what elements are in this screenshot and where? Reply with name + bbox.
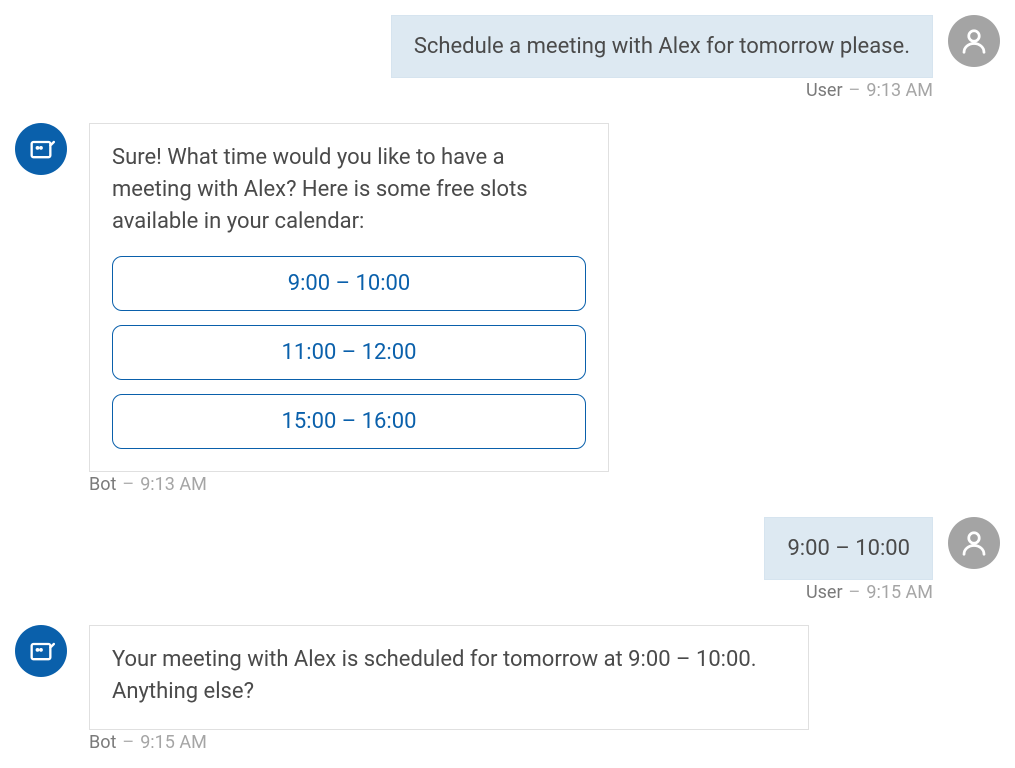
bot-message-row: Your meeting with Alex is scheduled for … — [15, 625, 1000, 731]
time-slot-option-3[interactable]: 15:00 – 16:00 — [112, 394, 586, 449]
meta-separator: – — [849, 582, 861, 603]
bot-message-meta: Bot – 9:15 AM — [15, 732, 1000, 753]
user-message-meta: User – 9:15 AM — [15, 582, 1000, 603]
meta-separator: – — [849, 80, 861, 101]
bot-message-row: Sure! What time would you like to have a… — [15, 123, 1000, 472]
bot-message-bubble: Sure! What time would you like to have a… — [89, 123, 609, 472]
bot-avatar — [15, 123, 67, 175]
user-message-bubble: 9:00 – 10:00 — [764, 517, 933, 580]
bot-message-meta: Bot – 9:13 AM — [15, 474, 1000, 495]
message-time: 9:15 AM — [866, 582, 933, 603]
sender-name: User — [806, 80, 843, 101]
user-message-text: 9:00 – 10:00 — [787, 536, 910, 561]
sender-name: User — [806, 582, 843, 603]
bot-avatar — [15, 625, 67, 677]
meta-separator: – — [122, 732, 134, 753]
user-message-text: Schedule a meeting with Alex for tomorro… — [414, 34, 910, 59]
user-avatar — [948, 15, 1000, 67]
sender-name: Bot — [89, 732, 116, 753]
message-time: 9:15 AM — [140, 732, 207, 753]
sender-name: Bot — [89, 474, 116, 495]
user-message-row: 9:00 – 10:00 — [15, 517, 1000, 580]
time-slot-option-1[interactable]: 9:00 – 10:00 — [112, 256, 586, 311]
bot-icon — [27, 637, 55, 665]
user-icon — [959, 26, 989, 56]
user-message-meta: User – 9:13 AM — [15, 80, 1000, 101]
user-message-row: Schedule a meeting with Alex for tomorro… — [15, 15, 1000, 78]
message-time: 9:13 AM — [866, 80, 933, 101]
bot-message-text: Your meeting with Alex is scheduled for … — [112, 644, 786, 708]
user-avatar — [948, 517, 1000, 569]
user-icon — [959, 528, 989, 558]
bot-icon — [27, 135, 55, 163]
meta-separator: – — [122, 474, 134, 495]
message-time: 9:13 AM — [140, 474, 207, 495]
user-message-bubble: Schedule a meeting with Alex for tomorro… — [391, 15, 933, 78]
time-slot-option-2[interactable]: 11:00 – 12:00 — [112, 325, 586, 380]
bot-message-text: Sure! What time would you like to have a… — [112, 142, 586, 238]
chat-container: Schedule a meeting with Alex for tomorro… — [15, 15, 1000, 753]
bot-message-bubble: Your meeting with Alex is scheduled for … — [89, 625, 809, 731]
